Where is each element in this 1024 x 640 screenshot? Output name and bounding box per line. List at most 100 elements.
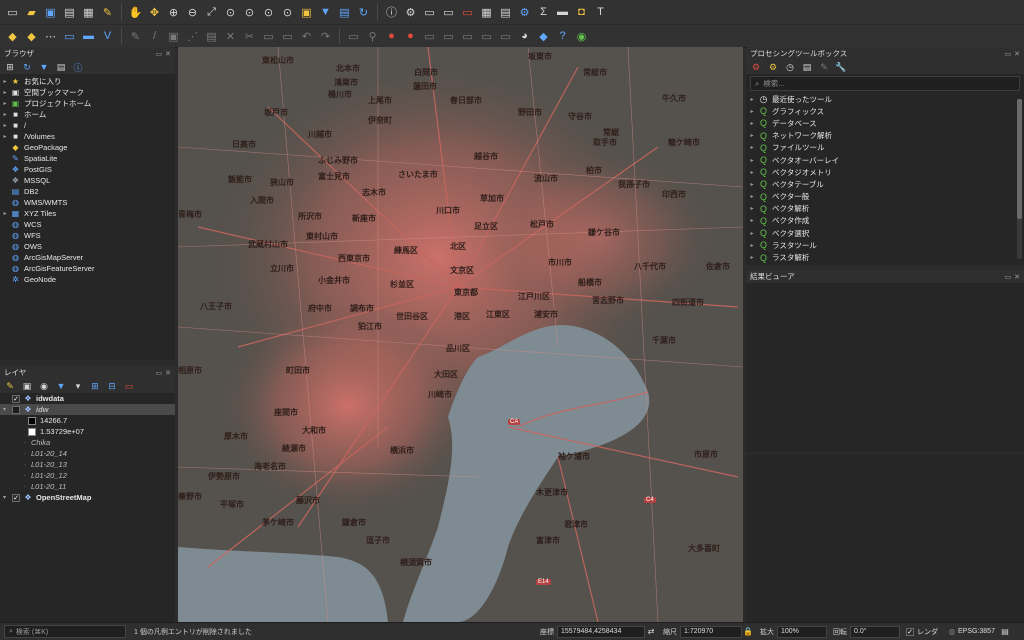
pin-label-icon[interactable]: ▭: [497, 28, 514, 45]
expand-arrow-icon[interactable]: ▸: [0, 133, 10, 140]
new-temp-layer-icon[interactable]: V: [99, 28, 116, 45]
expand-arrow-icon[interactable]: ▸: [0, 78, 10, 85]
toolbox-group[interactable]: ▸ Q ベクタオーバーレイ: [746, 154, 1024, 166]
browser-item[interactable]: ❖ PostGIS: [0, 164, 175, 175]
close-icon[interactable]: ✕: [165, 369, 171, 377]
zoom-last-icon[interactable]: ⊙: [279, 4, 296, 21]
pan-icon[interactable]: ✋: [127, 4, 144, 21]
expand-arrow-icon[interactable]: ▸: [0, 111, 10, 118]
undo-icon[interactable]: ↶: [298, 28, 315, 45]
show-bookmarks-icon[interactable]: ▤: [336, 4, 353, 21]
visibility-icon[interactable]: ◉: [38, 380, 50, 392]
expand-arrow-icon[interactable]: ▸: [746, 205, 758, 212]
map-canvas[interactable]: 東松山市 北本市 白岡市 坂東市 常総市 鴻巣市 桶川市 上尾市 蓮田市 春日部市 坂戸市 野田市 守谷…: [178, 47, 743, 622]
measure-icon[interactable]: ▬: [554, 4, 571, 21]
layer-row[interactable]: · L01-20_12: [0, 470, 175, 481]
float-icon[interactable]: ▭: [1005, 50, 1012, 58]
remove-layer-icon[interactable]: ▭: [123, 380, 135, 392]
toolbox-group[interactable]: ▸ Q ベクタテーブル: [746, 178, 1024, 190]
magnifier-field[interactable]: 100%: [777, 625, 827, 638]
layer-visibility-checkbox[interactable]: ✓: [12, 493, 20, 502]
expand-arrow-icon[interactable]: ▸: [746, 217, 758, 224]
layer-row[interactable]: · L01-20_11: [0, 481, 175, 492]
expand-arrow-icon[interactable]: ▸: [746, 96, 758, 103]
filter-legend-icon[interactable]: ▼: [55, 380, 67, 392]
layer-visibility-checkbox[interactable]: ✓: [12, 394, 20, 403]
text-annotation-icon[interactable]: T: [592, 4, 609, 21]
style-icon[interactable]: ✎: [4, 380, 16, 392]
float-icon[interactable]: ▭: [156, 50, 163, 58]
collapse-all-icon[interactable]: ⊟: [106, 380, 118, 392]
history-icon[interactable]: ◷: [784, 61, 796, 73]
close-icon[interactable]: ✕: [165, 50, 171, 58]
toolbox-group[interactable]: ▸ Q ラスタ解析: [746, 251, 1024, 263]
layer-row[interactable]: · L01-20_14: [0, 448, 175, 459]
float-icon[interactable]: ▭: [156, 369, 163, 377]
browser-item[interactable]: ▸ ■ /Volumes: [0, 131, 175, 142]
pin-icon[interactable]: ⚲: [364, 28, 381, 45]
rotation-field[interactable]: 0.0°: [850, 625, 900, 638]
expand-arrow-icon[interactable]: ▸: [746, 230, 758, 237]
coordinate-field[interactable]: 15579484,4258434: [557, 625, 645, 638]
new-virtual-layer-icon[interactable]: ▬: [80, 28, 97, 45]
expand-arrow-icon[interactable]: ▸: [0, 100, 10, 107]
expand-arrow-icon[interactable]: ▾: [0, 406, 9, 413]
float-icon[interactable]: ▭: [1005, 273, 1012, 281]
show-hide-label-icon[interactable]: ▭: [478, 28, 495, 45]
toolbox-scrollbar-thumb[interactable]: [1017, 99, 1022, 219]
expand-arrow-icon[interactable]: ▸: [746, 157, 758, 164]
expand-arrow-icon[interactable]: ▸: [746, 120, 758, 127]
refresh-icon[interactable]: ↻: [355, 4, 372, 21]
scale-field[interactable]: 1:720970: [680, 625, 742, 638]
expand-arrow-icon[interactable]: ▸: [746, 132, 758, 139]
render-checkbox[interactable]: ✓: [906, 627, 914, 636]
browser-item[interactable]: ✲ GeoNode: [0, 274, 175, 285]
copy-icon[interactable]: ▭: [260, 28, 277, 45]
expand-arrow-icon[interactable]: ▸: [746, 242, 758, 249]
layer-visibility-checkbox[interactable]: [12, 405, 20, 414]
toolbox-search-input[interactable]: 検索...: [763, 78, 784, 89]
zoom-in-icon[interactable]: ⊕: [165, 4, 182, 21]
toolbox-group[interactable]: ▸ Q ネットワーク解析: [746, 130, 1024, 142]
new-project-icon[interactable]: ▭: [4, 4, 21, 21]
browser-item[interactable]: ▸ ▦ XYZ Tiles: [0, 208, 175, 219]
expand-arrow-icon[interactable]: ▸: [746, 108, 758, 115]
zoom-layer-icon[interactable]: ⊙: [241, 4, 258, 21]
zoom-full-icon[interactable]: ⤢: [203, 4, 220, 21]
toolbox-group[interactable]: ▸ Q データベース: [746, 117, 1024, 129]
scripts-icon[interactable]: ⚙: [767, 61, 779, 73]
expand-arrow-icon[interactable]: ▸: [746, 193, 758, 200]
layer-row[interactable]: · L01-20_13: [0, 459, 175, 470]
model-icon[interactable]: ⚙: [750, 61, 762, 73]
messages-icon[interactable]: ▤: [999, 626, 1011, 638]
move-label-icon[interactable]: ▭: [421, 28, 438, 45]
label-icon[interactable]: ▭: [345, 28, 362, 45]
browser-item[interactable]: ◍ ArcGisFeatureServer: [0, 263, 175, 274]
select-by-value-icon[interactable]: ▭: [440, 4, 457, 21]
layer-row[interactable]: ✓ ❖ idwdata: [0, 393, 175, 404]
rotate-label-icon[interactable]: ▭: [440, 28, 457, 45]
new-spatialite-icon[interactable]: ▭: [61, 28, 78, 45]
vertex-tool-icon[interactable]: ▤: [203, 28, 220, 45]
filter-icon[interactable]: ▼: [38, 61, 50, 73]
add-selected-icon[interactable]: ⊞: [4, 61, 16, 73]
zoom-selection-icon[interactable]: ⊙: [222, 4, 239, 21]
toolbox-search[interactable]: ⌕ 検索...: [750, 76, 1020, 91]
layer-row[interactable]: 14266.7: [0, 415, 175, 426]
delete-icon[interactable]: ✕: [222, 28, 239, 45]
filter-expression-icon[interactable]: ▾: [72, 380, 84, 392]
toolbox-group[interactable]: ▸ Q ベクタ作成: [746, 215, 1024, 227]
expand-arrow-icon[interactable]: ▸: [746, 169, 758, 176]
bookmark-icon[interactable]: ▼: [317, 4, 334, 21]
crs-icon[interactable]: ◍: [946, 626, 958, 638]
add-group-icon[interactable]: ▣: [21, 380, 33, 392]
zoom-native-icon[interactable]: ⊙: [260, 4, 277, 21]
save-as-icon[interactable]: ▤: [61, 4, 78, 21]
browser-item[interactable]: ◍ WMS/WMTS: [0, 197, 175, 208]
lock-scale-icon[interactable]: 🔒: [742, 626, 754, 638]
data-source-manager-icon[interactable]: ◆: [4, 28, 21, 45]
expand-arrow-icon[interactable]: ▸: [746, 181, 758, 188]
new-map-view-icon[interactable]: ▣: [298, 4, 315, 21]
toolbox-group[interactable]: ▸ Q ベクタ選択: [746, 227, 1024, 239]
python-icon[interactable]: ◆: [535, 28, 552, 45]
